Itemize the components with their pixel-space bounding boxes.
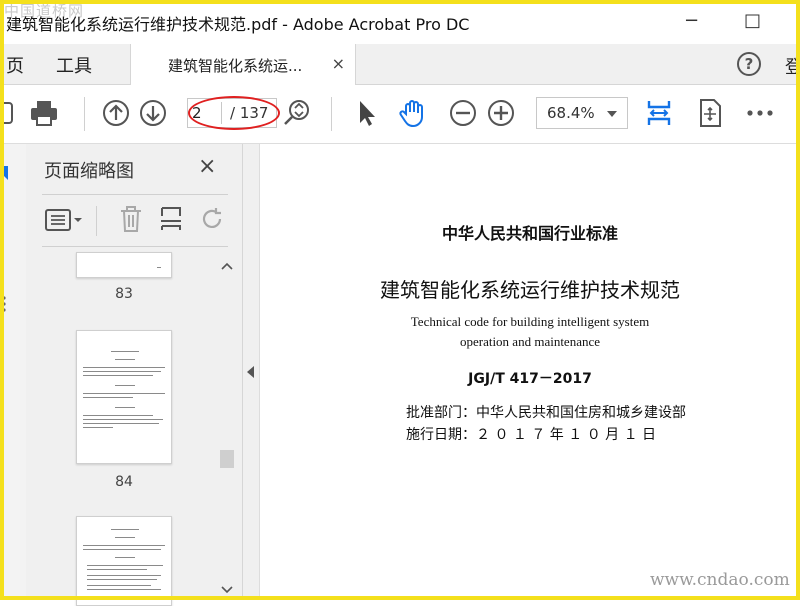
minimize-button[interactable]: − [684, 10, 699, 31]
scrollbar-thumb[interactable] [220, 450, 234, 468]
document-tab[interactable]: 建筑智能化系统运... × [130, 44, 356, 85]
thumbnail-scrollbar[interactable] [216, 256, 234, 598]
hand-tool-icon[interactable] [397, 97, 429, 129]
main-toolbar: / 137 68.4% [0, 85, 800, 144]
left-navigation-rail [0, 144, 27, 600]
document-title-cn: 建筑智能化系统运行维护技术规范 [380, 278, 680, 302]
watermark-bottom: www.cndao.com [650, 570, 790, 590]
menu-tools[interactable]: 工具 [56, 52, 92, 78]
save-icon[interactable] [0, 97, 20, 129]
panel-collapse-strip[interactable] [243, 144, 260, 600]
effective-date-value: ２ ０ １ ７ 年 １ ０ 月 １ 日 [476, 427, 657, 443]
page-thumbnails-panel: 页面缩略图 × 83 84 [26, 144, 243, 606]
rotate-page-icon[interactable] [198, 204, 226, 234]
previous-page-icon[interactable] [100, 97, 132, 129]
approval-value: 中华人民共和国住房和城乡建设部 [476, 405, 686, 421]
panel-title: 页面缩略图 [44, 161, 134, 182]
sign-in-button[interactable]: 登 [785, 53, 800, 79]
effective-date-label: 施行日期： [406, 427, 476, 443]
menu-home[interactable]: 页 [6, 52, 24, 78]
zoom-in-icon[interactable] [485, 97, 517, 129]
thumbnail-page-83[interactable] [76, 252, 172, 278]
thumbnail-page-84[interactable] [76, 330, 172, 464]
zoom-out-icon[interactable] [447, 97, 479, 129]
page-number-input[interactable] [192, 103, 220, 123]
scroll-up-icon[interactable] [220, 260, 234, 272]
insert-page-icon[interactable] [158, 204, 184, 234]
scroll-down-icon[interactable] [220, 584, 234, 596]
document-issuer: 中华人民共和国行业标准 [441, 224, 618, 243]
page-number-box: / 137 [187, 98, 277, 128]
more-options-icon[interactable] [744, 97, 776, 129]
thumbnail-page-number: 83 [115, 286, 133, 302]
panel-toolbar-separator [96, 206, 97, 236]
tab-close-icon[interactable]: × [332, 54, 345, 73]
thumbnail-page-number: 84 [115, 474, 133, 490]
chevron-down-icon [607, 111, 617, 117]
window-title: 建筑智能化系统运行维护技术规范.pdf - Adobe Acrobat Pro … [6, 15, 470, 34]
document-tab-label: 建筑智能化系统运... [168, 57, 303, 75]
thumbnail-page-85[interactable] [76, 516, 172, 606]
collapse-arrow-icon[interactable] [247, 366, 254, 378]
approval-label: 批准部门： [406, 405, 476, 421]
panel-divider [42, 194, 228, 195]
total-pages: / 137 [230, 104, 269, 122]
delete-page-icon[interactable] [118, 204, 144, 234]
toolbar-separator [84, 97, 85, 131]
bookmark-icon[interactable] [0, 164, 10, 184]
select-cursor-icon[interactable] [350, 97, 382, 129]
document-title-en-line1: Technical code for building intelligent … [410, 314, 650, 329]
thumbnail-options-icon[interactable] [44, 206, 84, 234]
zoom-value: 68.4% [547, 104, 595, 122]
maximize-button[interactable]: □ [744, 10, 761, 31]
print-icon[interactable] [28, 97, 60, 129]
menu-bar: 页 工具 建筑智能化系统运... × ? 登 [0, 44, 800, 85]
document-code: JGJ/T 417－2017 [468, 371, 592, 387]
full-screen-icon[interactable] [694, 97, 726, 129]
attachment-icon[interactable] [0, 294, 10, 314]
title-bar: 中国道桥网 建筑智能化系统运行维护技术规范.pdf - Adobe Acroba… [0, 0, 800, 44]
page-number-divider [221, 102, 222, 124]
panel-divider [42, 246, 228, 247]
fit-page-icon[interactable] [643, 97, 675, 129]
close-icon[interactable]: × [198, 154, 216, 179]
help-icon[interactable]: ? [737, 52, 761, 76]
next-page-icon[interactable] [137, 97, 169, 129]
toolbar-separator [331, 97, 332, 131]
page-navigation-icon[interactable] [281, 97, 313, 129]
document-view[interactable]: 中华人民共和国行业标准 建筑智能化系统运行维护技术规范 Technical co… [260, 144, 800, 600]
document-title-en-line2: operation and maintenance [459, 334, 601, 349]
zoom-select[interactable]: 68.4% [536, 97, 628, 129]
